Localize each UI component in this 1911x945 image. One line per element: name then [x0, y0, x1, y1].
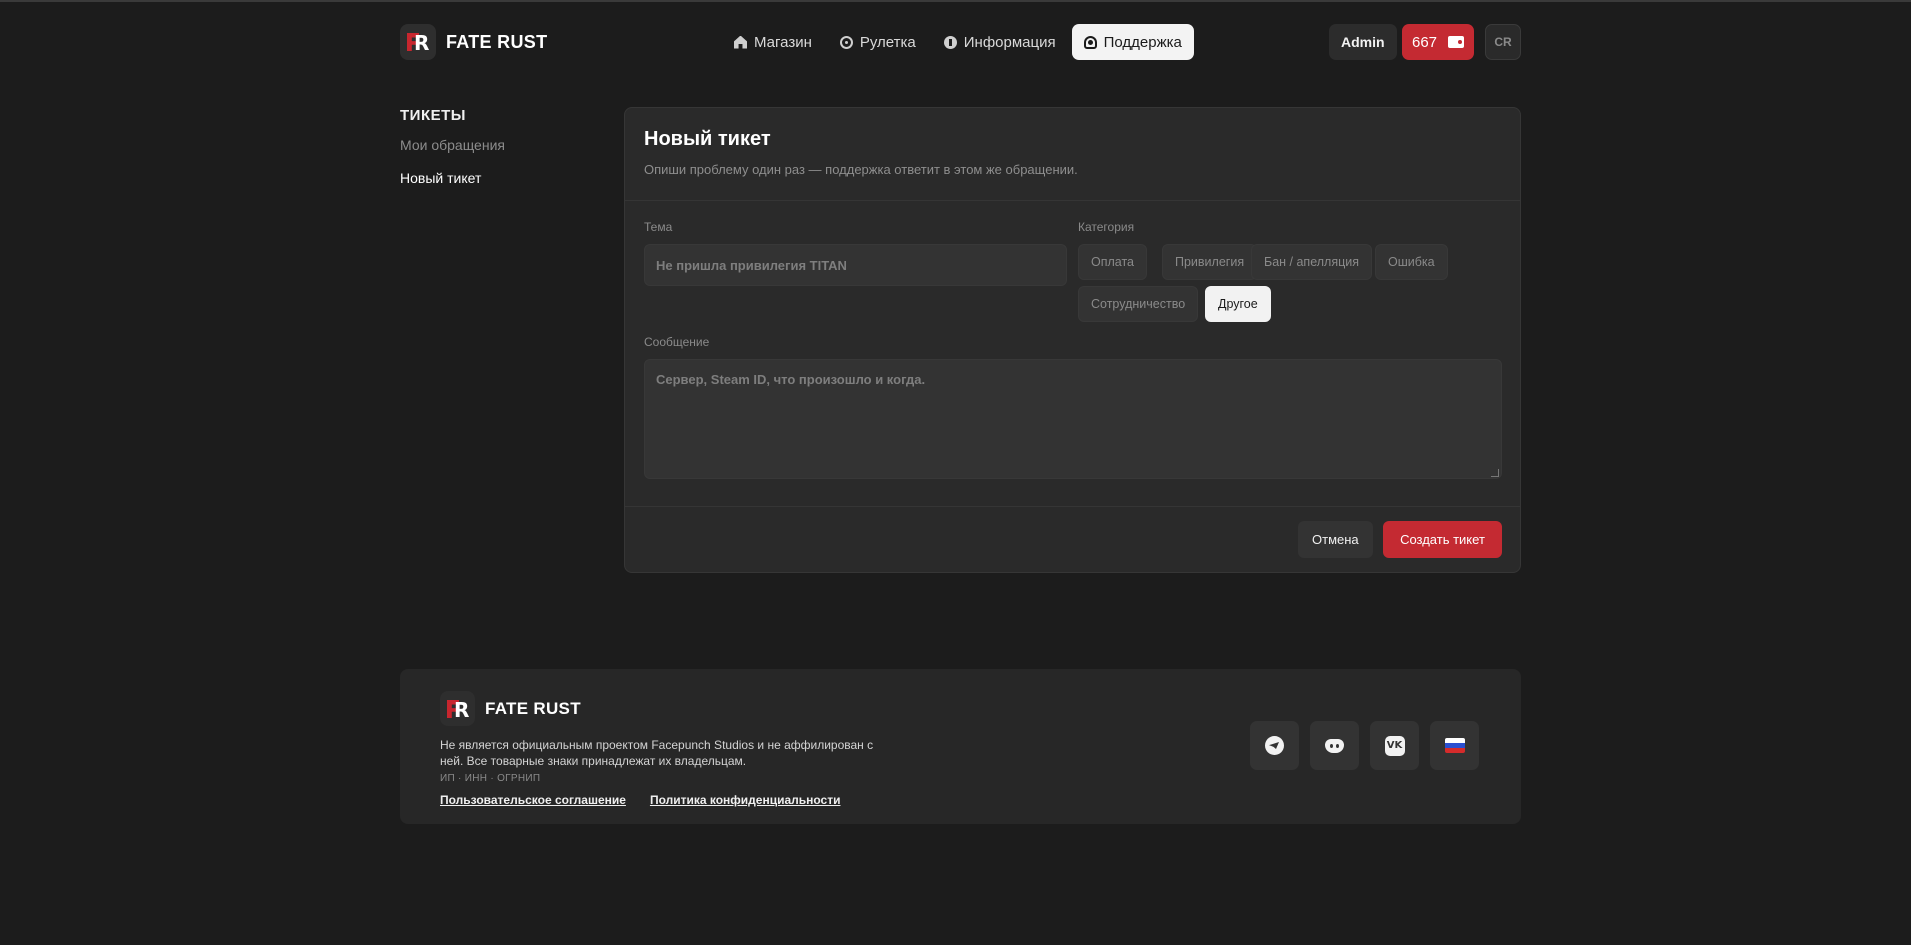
- sidebar: ТИКЕТЫ Мои обращения Новый тикет: [400, 107, 580, 188]
- avatar[interactable]: CR: [1485, 24, 1521, 60]
- page-title: Новый тикет: [644, 128, 771, 150]
- sidebar-title: ТИКЕТЫ: [400, 107, 466, 124]
- new-ticket-card: Новый тикет Опиши проблему один раз — по…: [624, 107, 1521, 573]
- terms-link[interactable]: Пользовательское соглашение: [440, 793, 626, 807]
- admin-button[interactable]: Admin: [1329, 24, 1397, 60]
- nav-item-support[interactable]: Поддержка: [1071, 24, 1194, 60]
- home-icon: [734, 35, 747, 49]
- main-nav: Магазин Рулетка Информация Поддержка: [722, 24, 1194, 60]
- telegram-icon: [1265, 736, 1284, 755]
- category-chip-error[interactable]: Ошибка: [1375, 244, 1448, 280]
- footer-logo-text: FATE RUST: [485, 698, 581, 718]
- wheel-icon: [839, 35, 853, 49]
- logo[interactable]: R FATE RUST: [400, 24, 547, 60]
- header: R FATE RUST Магазин Рулетка Информация П…: [400, 24, 1521, 60]
- nav-item-shop[interactable]: Магазин: [722, 24, 824, 60]
- privacy-link[interactable]: Политика конфиденциальности: [650, 793, 841, 807]
- logo-icon: R: [400, 24, 436, 60]
- topic-input[interactable]: [644, 244, 1067, 286]
- page-subtitle: Опиши проблему один раз — поддержка отве…: [644, 162, 1078, 177]
- footer-disclaimer: Не является официальным проектом Facepun…: [440, 738, 874, 768]
- category-chip-other[interactable]: Другое: [1205, 286, 1271, 322]
- category-chip-ban-appeal[interactable]: Бан / апелляция: [1251, 244, 1373, 280]
- category-chip-privilege[interactable]: Привилегия: [1162, 244, 1258, 280]
- card-header: Новый тикет Опиши проблему один раз — по…: [625, 108, 1520, 201]
- social-links: VK: [1250, 721, 1479, 770]
- support-icon: [1083, 35, 1097, 49]
- resize-handle[interactable]: [1491, 469, 1499, 477]
- vk-button[interactable]: VK: [1370, 721, 1419, 770]
- nav-item-info[interactable]: Информация: [932, 24, 1068, 60]
- logo-icon: R: [440, 691, 475, 726]
- vk-icon: VK: [1384, 735, 1405, 756]
- cancel-button[interactable]: Отмена: [1298, 521, 1373, 558]
- nav-item-label: Информация: [963, 33, 1056, 51]
- message-label: Сообщение: [644, 335, 710, 349]
- nav-item-label: Поддержка: [1103, 33, 1182, 51]
- footer-legal-info: ИП · ИНН · ОГРНИП: [440, 773, 541, 784]
- discord-icon: [1325, 738, 1344, 753]
- top-border: [0, 0, 1911, 2]
- balance-value: 667: [1412, 33, 1438, 51]
- footer-links: Пользовательское соглашение Политика кон…: [440, 793, 840, 807]
- category-chip-cooperation[interactable]: Сотрудничество: [1078, 286, 1199, 322]
- telegram-button[interactable]: [1250, 721, 1299, 770]
- nav-item-roulette[interactable]: Рулетка: [828, 24, 928, 60]
- logo-text: FATE RUST: [446, 31, 548, 52]
- nav-item-label: Рулетка: [859, 33, 916, 51]
- sidebar-item-my-tickets[interactable]: Мои обращения: [400, 137, 580, 155]
- topic-label: Тема: [644, 220, 673, 234]
- message-textarea[interactable]: [644, 359, 1502, 479]
- balance-button[interactable]: 667: [1402, 24, 1474, 60]
- language-flag-icon: [1444, 738, 1465, 753]
- category-label: Категория: [1078, 220, 1135, 234]
- ticket-form: Тема Категория Оплата Привилегия Бан / а…: [625, 201, 1520, 507]
- wallet-icon: [1448, 36, 1464, 48]
- footer: R FATE RUST Не является официальным прое…: [400, 669, 1521, 824]
- language-button[interactable]: [1430, 721, 1479, 770]
- category-chip-payment[interactable]: Оплата: [1078, 244, 1147, 280]
- create-ticket-button[interactable]: Создать тикет: [1383, 521, 1502, 558]
- footer-logo[interactable]: R FATE RUST: [440, 691, 581, 726]
- card-footer: Отмена Создать тикет: [625, 507, 1520, 572]
- sidebar-item-new-ticket[interactable]: Новый тикет: [400, 170, 580, 188]
- info-icon: [943, 35, 957, 49]
- discord-button[interactable]: [1310, 721, 1359, 770]
- nav-item-label: Магазин: [754, 33, 812, 51]
